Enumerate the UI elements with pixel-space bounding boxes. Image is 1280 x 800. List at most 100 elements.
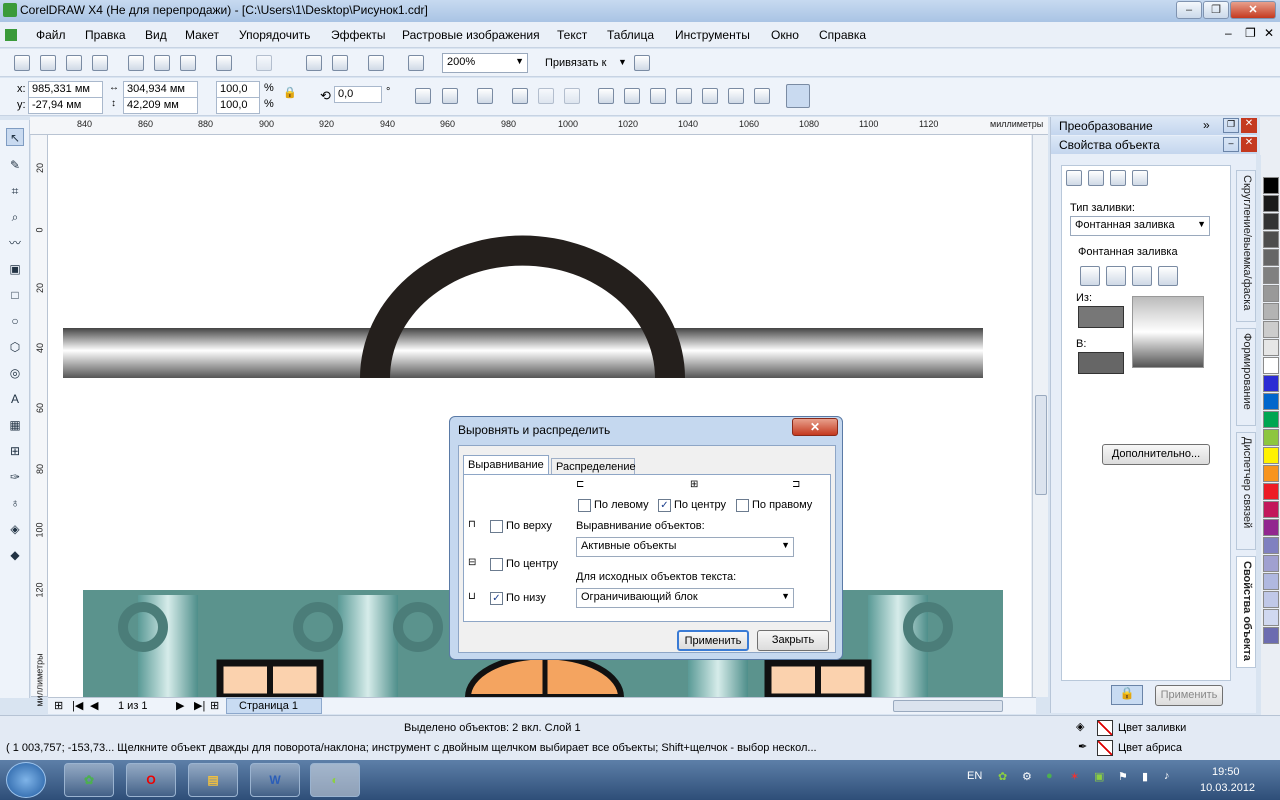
- menu-window[interactable]: Окно: [771, 28, 799, 42]
- clock-date[interactable]: 10.03.2012: [1200, 782, 1255, 794]
- basic-shapes-tool-icon[interactable]: ◎: [6, 364, 24, 382]
- horizontal-scroll-thumb[interactable]: [893, 700, 1003, 712]
- intersect-icon[interactable]: [650, 88, 666, 104]
- restore-button[interactable]: ❐: [1203, 1, 1229, 19]
- general-tab-icon[interactable]: [1110, 170, 1126, 186]
- expand-icon[interactable]: »: [1203, 118, 1210, 132]
- weld-icon[interactable]: [598, 88, 614, 104]
- tray-app-icon[interactable]: ▣: [1094, 770, 1104, 783]
- new-icon[interactable]: [14, 55, 30, 71]
- paste-icon[interactable]: [180, 55, 196, 71]
- zoom-level-combo[interactable]: 200% ▼: [442, 53, 528, 73]
- text-source-combo[interactable]: Ограничивающий блок ▼: [576, 588, 794, 608]
- last-page-icon[interactable]: ▶|: [194, 699, 205, 712]
- fill-tab-icon[interactable]: [1066, 170, 1082, 186]
- transform-docker-header[interactable]: Преобразование » ❐ ✕: [1051, 117, 1257, 135]
- summary-tab-icon[interactable]: [1132, 170, 1148, 186]
- smart-fill-tool-icon[interactable]: ▣: [6, 260, 24, 278]
- ungroup-icon[interactable]: [512, 88, 528, 104]
- save-icon[interactable]: [66, 55, 82, 71]
- apply-button[interactable]: Применить: [1155, 685, 1223, 706]
- tray-antivirus-icon[interactable]: ✶: [1070, 770, 1079, 783]
- dock-minimize-icon[interactable]: –: [1223, 137, 1239, 152]
- doc-close-icon[interactable]: ✕: [1264, 26, 1274, 40]
- outline-tab-icon[interactable]: [1088, 170, 1104, 186]
- redo-icon[interactable]: [256, 55, 272, 71]
- tray-volume-icon[interactable]: ♪: [1164, 770, 1170, 782]
- menu-arrange[interactable]: Упорядочить: [239, 28, 310, 42]
- scroll-thumb[interactable]: [1035, 395, 1047, 495]
- palette-swatch[interactable]: [1263, 375, 1279, 392]
- page-tab[interactable]: Страница 1: [226, 698, 322, 714]
- vertical-scrollbar[interactable]: [1032, 135, 1048, 697]
- palette-swatch[interactable]: [1263, 339, 1279, 356]
- to-color-picker[interactable]: [1078, 352, 1124, 374]
- palette-swatch[interactable]: [1263, 447, 1279, 464]
- dialog-apply-button[interactable]: Применить: [677, 630, 749, 651]
- lock-icon[interactable]: 🔒: [1111, 685, 1143, 705]
- launcher-icon[interactable]: [368, 55, 384, 71]
- outline-tool-icon[interactable]: ♁: [6, 494, 24, 512]
- tray-utorrent-icon[interactable]: ●: [1046, 770, 1053, 782]
- snap-chevron-down-icon[interactable]: ▼: [618, 57, 627, 67]
- palette-swatch[interactable]: [1263, 555, 1279, 572]
- close-icon[interactable]: ✕: [1241, 137, 1257, 152]
- tab-fillet[interactable]: Скругление/выемка/фаска: [1236, 170, 1256, 322]
- radial-fill-icon[interactable]: [1106, 266, 1126, 286]
- trim-icon[interactable]: [624, 88, 640, 104]
- eyedropper-tool-icon[interactable]: ✑: [6, 468, 24, 486]
- palette-swatch[interactable]: [1263, 285, 1279, 302]
- palette-swatch[interactable]: [1263, 411, 1279, 428]
- checkbox-top[interactable]: ✓: [490, 520, 503, 533]
- parallel-dimension-tool-icon[interactable]: ⊞: [6, 442, 24, 460]
- interactive-fill-tool-icon[interactable]: ◆: [6, 546, 24, 564]
- palette-swatch[interactable]: [1263, 501, 1279, 518]
- tab-object-properties[interactable]: Свойства объекта: [1236, 556, 1256, 668]
- crop-tool-icon[interactable]: ⌗: [6, 182, 24, 200]
- palette-swatch[interactable]: [1263, 177, 1279, 194]
- dialog-close-button[interactable]: Закрыть: [757, 630, 829, 651]
- polygon-tool-icon[interactable]: ⬡: [6, 338, 24, 356]
- ungroup-all-icon[interactable]: [538, 88, 554, 104]
- dock-restore-icon[interactable]: ❐: [1223, 118, 1239, 133]
- options-icon[interactable]: [634, 55, 650, 71]
- width-field[interactable]: 304,934 мм: [123, 81, 198, 98]
- mirror-horizontal-icon[interactable]: [415, 88, 431, 104]
- export-icon[interactable]: [332, 55, 348, 71]
- import-icon[interactable]: [306, 55, 322, 71]
- doc-restore-icon[interactable]: ❐: [1245, 26, 1256, 40]
- menu-text[interactable]: Текст: [557, 28, 587, 42]
- square-fill-icon[interactable]: [1158, 266, 1178, 286]
- palette-swatch[interactable]: [1263, 267, 1279, 284]
- palette-swatch[interactable]: [1263, 609, 1279, 626]
- boundary-icon[interactable]: [754, 88, 770, 104]
- x-position-field[interactable]: 985,331 мм: [28, 81, 103, 98]
- menu-layout[interactable]: Макет: [185, 28, 219, 42]
- linear-fill-icon[interactable]: [1080, 266, 1100, 286]
- menu-effects[interactable]: Эффекты: [331, 28, 386, 42]
- close-icon[interactable]: ✕: [1241, 118, 1257, 133]
- palette-swatch[interactable]: [1263, 195, 1279, 212]
- palette-swatch[interactable]: [1263, 429, 1279, 446]
- tray-gear-icon[interactable]: ⚙: [1022, 770, 1032, 783]
- shape-tool-icon[interactable]: ✎: [6, 156, 24, 174]
- menu-table[interactable]: Таблица: [607, 28, 654, 42]
- first-page-icon[interactable]: |◀: [72, 699, 83, 712]
- next-page-icon[interactable]: ▶: [176, 699, 184, 712]
- checkbox-left[interactable]: ✓: [578, 499, 591, 512]
- rectangle-tool-icon[interactable]: □: [6, 286, 24, 304]
- zoom-tool-icon[interactable]: ⌕: [6, 208, 24, 226]
- fill-swatch[interactable]: [1097, 720, 1113, 736]
- palette-swatch[interactable]: [1263, 519, 1279, 536]
- simplify-icon[interactable]: [676, 88, 692, 104]
- align-distribute-icon[interactable]: [786, 84, 810, 108]
- dialog-close-icon[interactable]: ✕: [792, 418, 838, 436]
- add-page-icon[interactable]: ⊞: [54, 699, 63, 712]
- align-objects-combo[interactable]: Активные объекты ▼: [576, 537, 794, 557]
- palette-swatch[interactable]: [1263, 465, 1279, 482]
- explorer-taskbar-icon[interactable]: ▤: [188, 763, 238, 797]
- palette-swatch[interactable]: [1263, 573, 1279, 590]
- menu-tools[interactable]: Инструменты: [675, 28, 750, 42]
- palette-swatch[interactable]: [1263, 537, 1279, 554]
- tray-flag-icon[interactable]: ⚑: [1118, 770, 1128, 783]
